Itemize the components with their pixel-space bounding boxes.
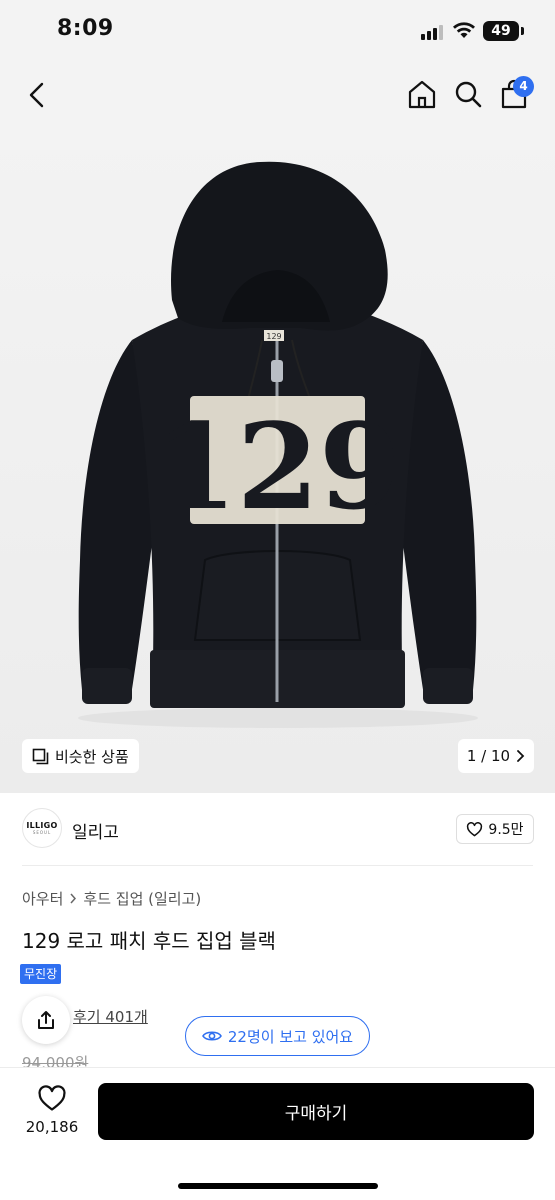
- image-counter[interactable]: 1 / 10: [458, 739, 534, 773]
- similar-icon: [32, 748, 49, 764]
- battery-nub: [521, 27, 524, 35]
- wifi-icon: [453, 22, 475, 38]
- heart-icon: [38, 1085, 66, 1111]
- status-time: 8:09: [57, 16, 114, 41]
- brand-name[interactable]: 일리고: [72, 818, 119, 843]
- viewers-text: 22명이 보고 있어요: [227, 1027, 354, 1046]
- image-counter-text: 1 / 10: [466, 747, 511, 765]
- brand-logo-text: ILLIGO: [26, 821, 58, 830]
- patch-logo: 129: [155, 397, 401, 536]
- home-icon[interactable]: [406, 78, 438, 110]
- viewers-badge: 22명이 보고 있어요: [185, 1016, 370, 1056]
- share-icon: [38, 1011, 54, 1029]
- similar-label: 비슷한 상품: [55, 747, 129, 766]
- brand-logo[interactable]: ILLIGO SEOUL: [22, 808, 62, 848]
- back-arrow-icon[interactable]: [22, 80, 52, 110]
- top-nav: [0, 62, 555, 128]
- home-indicator: [178, 1183, 378, 1189]
- buy-button[interactable]: 구매하기: [98, 1083, 534, 1140]
- product-image[interactable]: 129 129: [0, 128, 555, 793]
- brand-like-count: 9.5만: [488, 822, 524, 838]
- cart-count-badge: 4: [513, 76, 534, 97]
- eye-icon: [201, 1031, 222, 1041]
- status-bar: 8:09 49: [0, 0, 555, 62]
- brand-row[interactable]: ILLIGO SEOUL 일리고 9.5만: [0, 793, 555, 865]
- chevron-right-icon: [517, 750, 525, 762]
- chevron-right-icon: [70, 893, 77, 904]
- review-link[interactable]: 후기 401개: [73, 1006, 148, 1027]
- heart-icon: [467, 821, 483, 836]
- breadcrumb-item-category[interactable]: 아우터: [22, 888, 63, 909]
- breadcrumb-item-subcategory[interactable]: 후드 집업 (일리고): [83, 888, 201, 909]
- divider: [22, 865, 533, 866]
- search-icon[interactable]: [452, 78, 484, 110]
- brand-logo-sub: SEOUL: [32, 830, 52, 835]
- wishlist-button[interactable]: 20,186: [22, 1085, 82, 1136]
- similar-products-button[interactable]: 비슷한 상품: [22, 739, 139, 773]
- product-title: 129 로고 패치 후드 집업 블랙: [22, 929, 276, 953]
- shipping-tag: 무진장: [20, 964, 62, 984]
- breadcrumb: 아우터 후드 집업 (일리고): [22, 888, 201, 909]
- share-button[interactable]: [22, 996, 70, 1044]
- hoodie-illustration: 129 129: [78, 161, 478, 728]
- wishlist-count: 20,186: [25, 1118, 79, 1136]
- brand-like-button[interactable]: 9.5만: [456, 814, 534, 844]
- neck-label: 129: [266, 332, 281, 341]
- cellular-signal-icon: [421, 24, 445, 40]
- battery-icon: 49: [483, 21, 519, 41]
